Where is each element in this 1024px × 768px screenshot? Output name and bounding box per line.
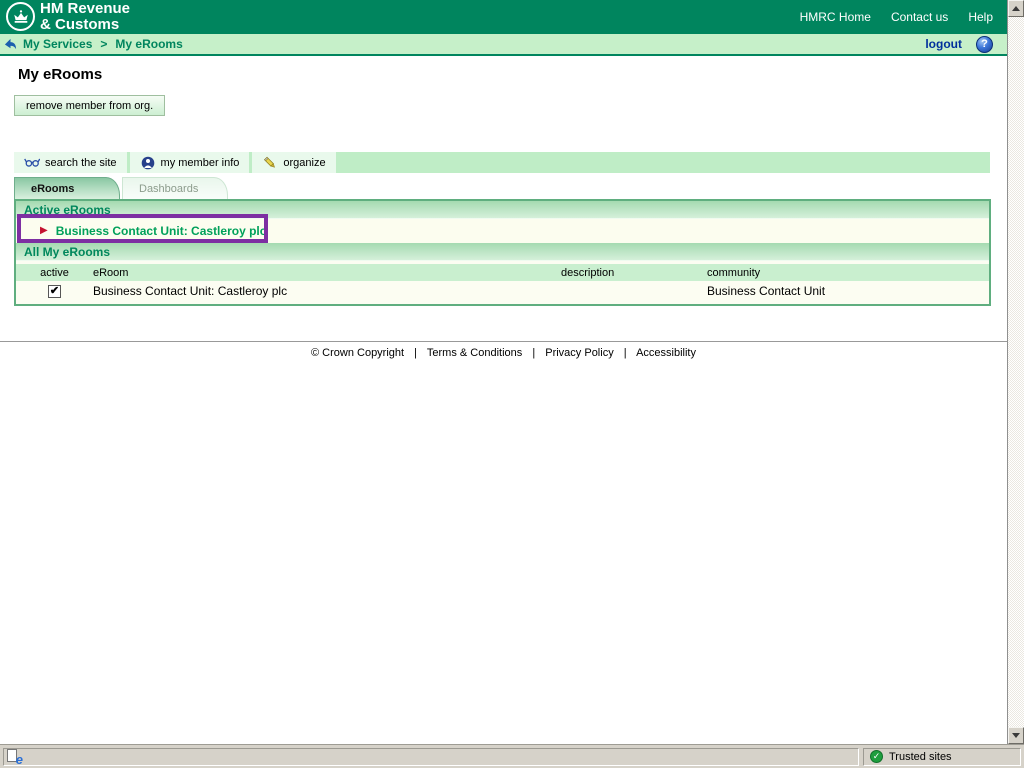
active-erooms-header: Active eRooms [16, 201, 989, 219]
breadcrumb-separator: > [100, 37, 107, 51]
scrollbar-down-button[interactable] [1008, 727, 1024, 744]
accessibility-link[interactable]: Accessibility [636, 347, 696, 359]
cell-community: Business Contact Unit [707, 284, 989, 298]
toolbar-button-label: my member info [161, 157, 240, 169]
browser-viewport: HM Revenue & Customs HMRC Home Contact u… [0, 0, 1024, 768]
column-header-eroom: eRoom [93, 267, 561, 279]
remove-member-button[interactable]: remove member from org. [14, 95, 165, 116]
brand-line2: & Customs [40, 17, 130, 33]
column-header-description: description [561, 267, 707, 279]
organize-button[interactable]: organize [252, 152, 335, 173]
cell-eroom: Business Contact Unit: Castleroy plc [93, 284, 561, 298]
toolbar-button-label: organize [283, 157, 325, 169]
erooms-table-header: active eRoom description community [16, 264, 989, 281]
footer-separator: | [532, 347, 535, 359]
tab-strip: eRooms Dashboards [14, 177, 228, 199]
link-contact-us[interactable]: Contact us [891, 10, 948, 24]
help-icon[interactable]: ? [976, 36, 993, 53]
pencil-organize-icon [262, 156, 278, 170]
hmrc-crown-logo-icon [6, 2, 35, 31]
footer-separator: | [414, 347, 417, 359]
spectacles-search-icon [24, 156, 40, 170]
status-bar: e ✓ Trusted sites [0, 744, 1024, 768]
active-checkbox[interactable]: ✔ [48, 285, 61, 298]
link-hmrc-home[interactable]: HMRC Home [800, 10, 871, 24]
footer-separator: | [624, 347, 627, 359]
search-the-site-button[interactable]: search the site [14, 152, 127, 173]
tab-erooms[interactable]: eRooms [14, 177, 120, 199]
tab-dashboards[interactable]: Dashboards [122, 177, 228, 199]
member-info-icon [140, 156, 156, 170]
all-my-erooms-header: All My eRooms [16, 243, 989, 261]
table-row: ✔ Business Contact Unit: Castleroy plc B… [16, 281, 989, 300]
logout-button[interactable]: logout [925, 37, 962, 51]
scrollbar-up-button[interactable] [1008, 0, 1024, 17]
toolbar-button-label: search the site [45, 157, 117, 169]
brand-line1: HM Revenue [40, 1, 130, 17]
vertical-scrollbar[interactable] [1007, 0, 1024, 744]
ie-page-icon: e [7, 749, 23, 764]
eroom-toolbar: search the site my member info [14, 152, 990, 173]
my-member-info-button[interactable]: my member info [130, 152, 250, 173]
page-footer: © Crown Copyright | Terms & Conditions |… [0, 341, 1007, 359]
breadcrumb-my-services[interactable]: My Services [23, 37, 92, 51]
breadcrumb: My Services > My eRooms logout ? [0, 34, 1007, 56]
return-arrow-icon[interactable] [4, 38, 17, 51]
page-title: My eRooms [18, 66, 102, 83]
trusted-sites-label: Trusted sites [889, 751, 952, 763]
breadcrumb-my-erooms[interactable]: My eRooms [115, 37, 182, 51]
up-arrow-icon [1012, 6, 1020, 11]
down-arrow-icon [1012, 733, 1020, 738]
status-main-pane: e [3, 748, 859, 766]
column-header-community: community [707, 267, 989, 279]
site-header: HM Revenue & Customs HMRC Home Contact u… [0, 0, 1007, 34]
crown-icon [12, 9, 30, 24]
privacy-policy-link[interactable]: Privacy Policy [545, 347, 613, 359]
column-header-active: active [16, 267, 93, 279]
crown-copyright-text: © Crown Copyright [311, 347, 404, 359]
terms-conditions-link[interactable]: Terms & Conditions [427, 347, 522, 359]
brand-title: HM Revenue & Customs [40, 1, 130, 33]
link-help[interactable]: Help [968, 10, 993, 24]
active-eroom-link[interactable]: Business Contact Unit: Castleroy plc [56, 224, 267, 238]
trusted-sites-icon: ✓ [870, 750, 883, 763]
security-zone-pane: ✓ Trusted sites [863, 748, 1021, 766]
erooms-panel: Active eRooms ▶ Business Contact Unit: C… [14, 199, 991, 306]
red-triangle-bullet-icon: ▶ [40, 226, 48, 236]
checkmark-icon: ✔ [50, 286, 59, 297]
active-eroom-row: ▶ Business Contact Unit: Castleroy plc [16, 219, 989, 243]
header-links: HMRC Home Contact us Help [800, 0, 993, 34]
